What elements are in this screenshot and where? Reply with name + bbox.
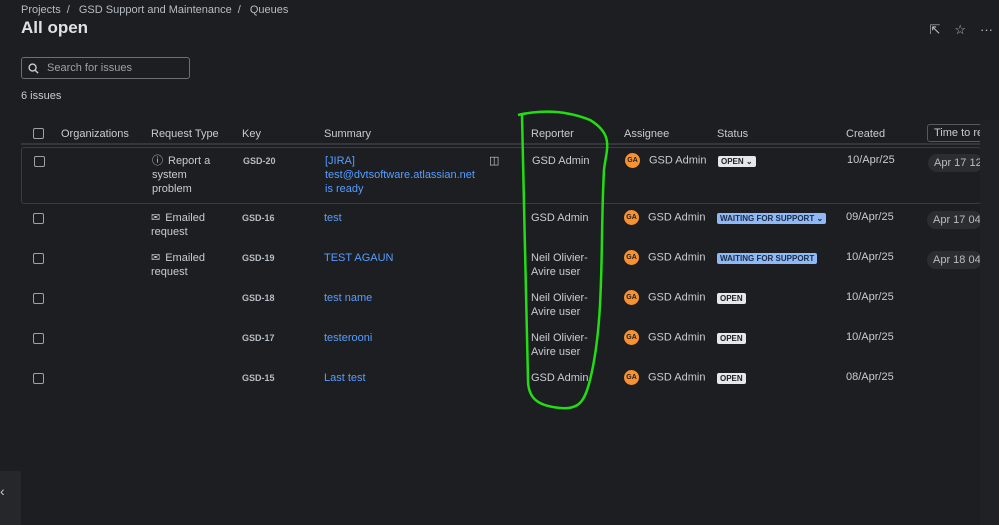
annotation-highlight xyxy=(517,110,609,410)
